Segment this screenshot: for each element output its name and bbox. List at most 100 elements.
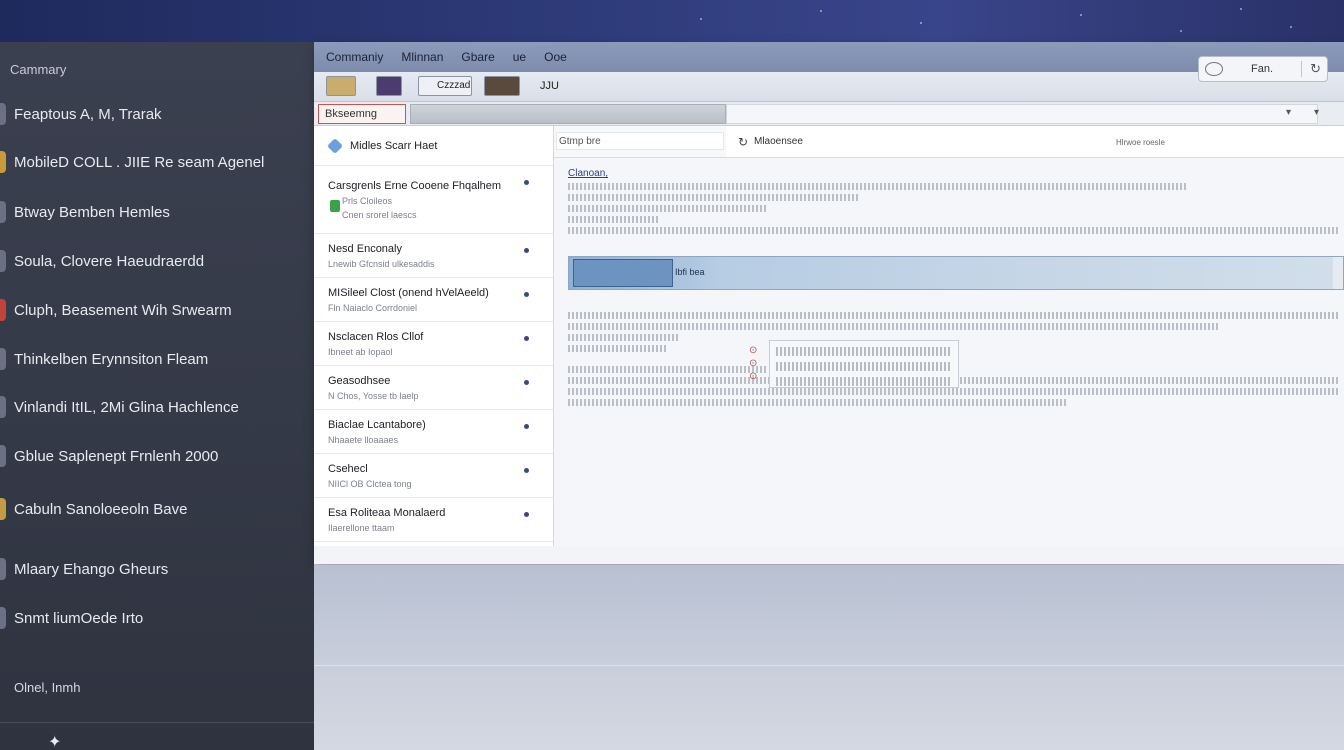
window-controls-label: Fan.: [1251, 63, 1274, 75]
text-line: [568, 399, 1068, 406]
sidebar-item-marker: [0, 445, 6, 467]
unread-dot-icon: [524, 248, 529, 253]
sidebar-item-label: Feaptous A, M, Trarak: [14, 105, 162, 123]
message-list-title: Midles Scarr Haet: [350, 139, 438, 152]
mail-window: Commaniy Mlinnan Gbare ue Ooe Czzzad JJU…: [314, 42, 1344, 564]
sidebar-item[interactable]: Thinkelben Erynnsiton Fleam: [0, 339, 314, 379]
sidebar-item-label: Thinkelben Erynnsiton Fleam: [14, 350, 209, 368]
chevron-down-icon[interactable]: ▾: [1314, 107, 1319, 118]
message-list: Midles Scarr Haet Carsgrenls Erne Cooene…: [314, 126, 554, 546]
list-item-title: Biaclae Lcantabore): [328, 419, 426, 431]
menu-item[interactable]: Mlinnan: [401, 50, 443, 64]
menu-bar: Commaniy Mlinnan Gbare ue Ooe: [314, 42, 1344, 72]
menu-item[interactable]: Gbare: [461, 50, 494, 64]
divider: [314, 665, 1344, 666]
filter-field[interactable]: [726, 104, 1318, 124]
list-item-subtitle: NIICl OB Clctea tong: [328, 479, 412, 489]
list-item-subtitle: Ibneet ab Iopaol: [328, 347, 393, 357]
refresh-icon[interactable]: ↻: [738, 135, 748, 149]
message-meta: Hlrwoe roesle: [1116, 138, 1165, 147]
sidebar-item-label: Gblue Saplenept Frnlenh 2000: [14, 447, 219, 465]
list-item[interactable]: Nesd Enconaly Lnewib Gfcnsid ulkesaddis: [314, 234, 553, 278]
sidebar-item-marker: [0, 396, 6, 418]
text-line: [568, 345, 668, 352]
list-item-subtitle: Lnewib Gfcnsid ulkesaddis: [328, 259, 435, 269]
list-item[interactable]: Geasodhsee N Chos, Yosse tb laelp: [314, 366, 553, 410]
unread-dot-icon: [524, 468, 529, 473]
chevron-down-icon[interactable]: ▾: [1286, 107, 1291, 118]
unread-dot-icon: [524, 380, 529, 385]
sidebar-item-label: Mlaary Ehango Gheurs: [14, 560, 169, 578]
unread-dot-icon: [524, 512, 529, 517]
list-item-title: Esa Roliteaa Monalaerd: [328, 507, 446, 519]
menu-item[interactable]: ue: [513, 50, 526, 64]
attachment-thumbnail: [573, 259, 673, 287]
list-item-preview: Cnen srorel laescs: [342, 210, 417, 220]
attachment-preview[interactable]: [769, 340, 959, 388]
unread-dot-icon: [524, 424, 529, 429]
toolbar-label: JJU: [540, 80, 559, 92]
reply-button[interactable]: [376, 76, 402, 96]
sidebar-item[interactable]: Vinlandi ItIL, 2Mi Glina Hachlence: [0, 387, 314, 427]
desktop-backdrop: [0, 0, 1344, 42]
unread-dot-icon: [524, 292, 529, 297]
sidebar-item-label: Cabuln Sanoloeeoln Bave: [14, 500, 188, 518]
delete-button[interactable]: [484, 76, 520, 96]
menu-item[interactable]: Ooe: [544, 50, 567, 64]
selected-attachment-row[interactable]: Ibfi bea: [568, 256, 1344, 290]
text-line: [568, 205, 768, 212]
list-item-subtitle: Fln Naiaclo Corrdoniel: [328, 303, 418, 313]
sidebar-item[interactable]: Cabuln Sanoloeeoln Bave: [0, 489, 314, 529]
folder-path-field[interactable]: [410, 104, 726, 124]
list-item-subtitle: Nhaaete lloaaaes: [328, 435, 399, 445]
forward-button[interactable]: Czzzad: [418, 76, 472, 96]
folder-label[interactable]: Bkseemng: [318, 104, 406, 124]
settings-icon[interactable]: ✦: [48, 732, 68, 750]
sidebar-item-label: Soula, Clovere Haeudraerdd: [14, 252, 205, 270]
list-item[interactable]: Carsgrenls Erne Cooene Fhqalhem Prls Clo…: [314, 166, 553, 234]
text-line: [776, 362, 952, 371]
sidebar-item-marker: [0, 348, 6, 370]
flag-icon[interactable]: [330, 200, 340, 212]
list-item-title: Nesd Enconaly: [328, 243, 402, 255]
list-item-subtitle: Prls Cloileos: [342, 196, 393, 206]
list-item[interactable]: Esa Roliteaa Monalaerd Ilaerellone ttaam: [314, 498, 553, 542]
search-input[interactable]: Gtmp bre: [556, 132, 724, 150]
list-item-subtitle: N Chos, Yosse tb laelp: [328, 391, 419, 401]
sidebar-item-label: MobileD COLL . JIIE Re seam Agenel: [14, 153, 265, 171]
text-line: [568, 334, 678, 341]
list-item[interactable]: Biaclae Lcantabore) Nhaaete lloaaaes: [314, 410, 553, 454]
sidebar-item[interactable]: Gblue Saplenept Frnlenh 2000: [0, 436, 314, 476]
window-controls: Fan. ↻: [1198, 56, 1328, 82]
text-line: [568, 388, 1338, 395]
unread-dot-icon: [524, 180, 529, 185]
sidebar-item-marker: [0, 151, 6, 173]
sidebar-item[interactable]: Snmt liumOede Irto: [0, 598, 314, 638]
scrollbar[interactable]: [1333, 257, 1343, 289]
reading-pane: Clanoan, Ibfi bea ⊙ ⊙ ⊙: [554, 158, 1344, 546]
sidebar-footer[interactable]: Olnel, Inmh: [14, 680, 80, 695]
sidebar-item-label: Vinlandi ItIL, 2Mi Glina Hachlence: [14, 398, 239, 416]
text-line: [776, 347, 952, 356]
view-toggle-icon[interactable]: [1205, 62, 1223, 76]
text-line: [568, 312, 1338, 319]
new-mail-button[interactable]: [326, 76, 356, 96]
toolbar: Czzzad JJU: [314, 72, 1344, 102]
sidebar-item[interactable]: MobileD COLL . JIIE Re seam Agenel: [0, 142, 314, 182]
list-item-title: Carsgrenls Erne Cooene Fhqalhem: [328, 180, 502, 192]
sidebar-item[interactable]: Soula, Clovere Haeudraerdd: [0, 241, 314, 281]
sidebar-item-marker: [0, 250, 6, 272]
sidebar-item[interactable]: Mlaary Ehango Gheurs: [0, 549, 314, 589]
list-item[interactable]: MISileel Clost (onend hVelAeeld) Fln Nai…: [314, 278, 553, 322]
sidebar-item[interactable]: Btway Bemben Hemles: [0, 192, 314, 232]
text-line: [568, 323, 1218, 330]
refresh-icon[interactable]: ↻: [1301, 61, 1321, 77]
list-item[interactable]: Nsclacen Rlos Cllof Ibneet ab Iopaol: [314, 322, 553, 366]
reading-pane-header: ↻ Mlaoensee Hlrwoe roesle: [726, 126, 1344, 158]
sidebar-item-label: Cluph, Beasement Wih Srwearm: [14, 301, 232, 319]
text-line: [568, 216, 658, 223]
sidebar-item[interactable]: Feaptous A, M, Trarak: [0, 94, 314, 134]
menu-item[interactable]: Commaniy: [326, 50, 383, 64]
sidebar-item[interactable]: Cluph, Beasement Wih Srwearm: [0, 290, 314, 330]
list-item[interactable]: Csehecl NIICl OB Clctea tong: [314, 454, 553, 498]
